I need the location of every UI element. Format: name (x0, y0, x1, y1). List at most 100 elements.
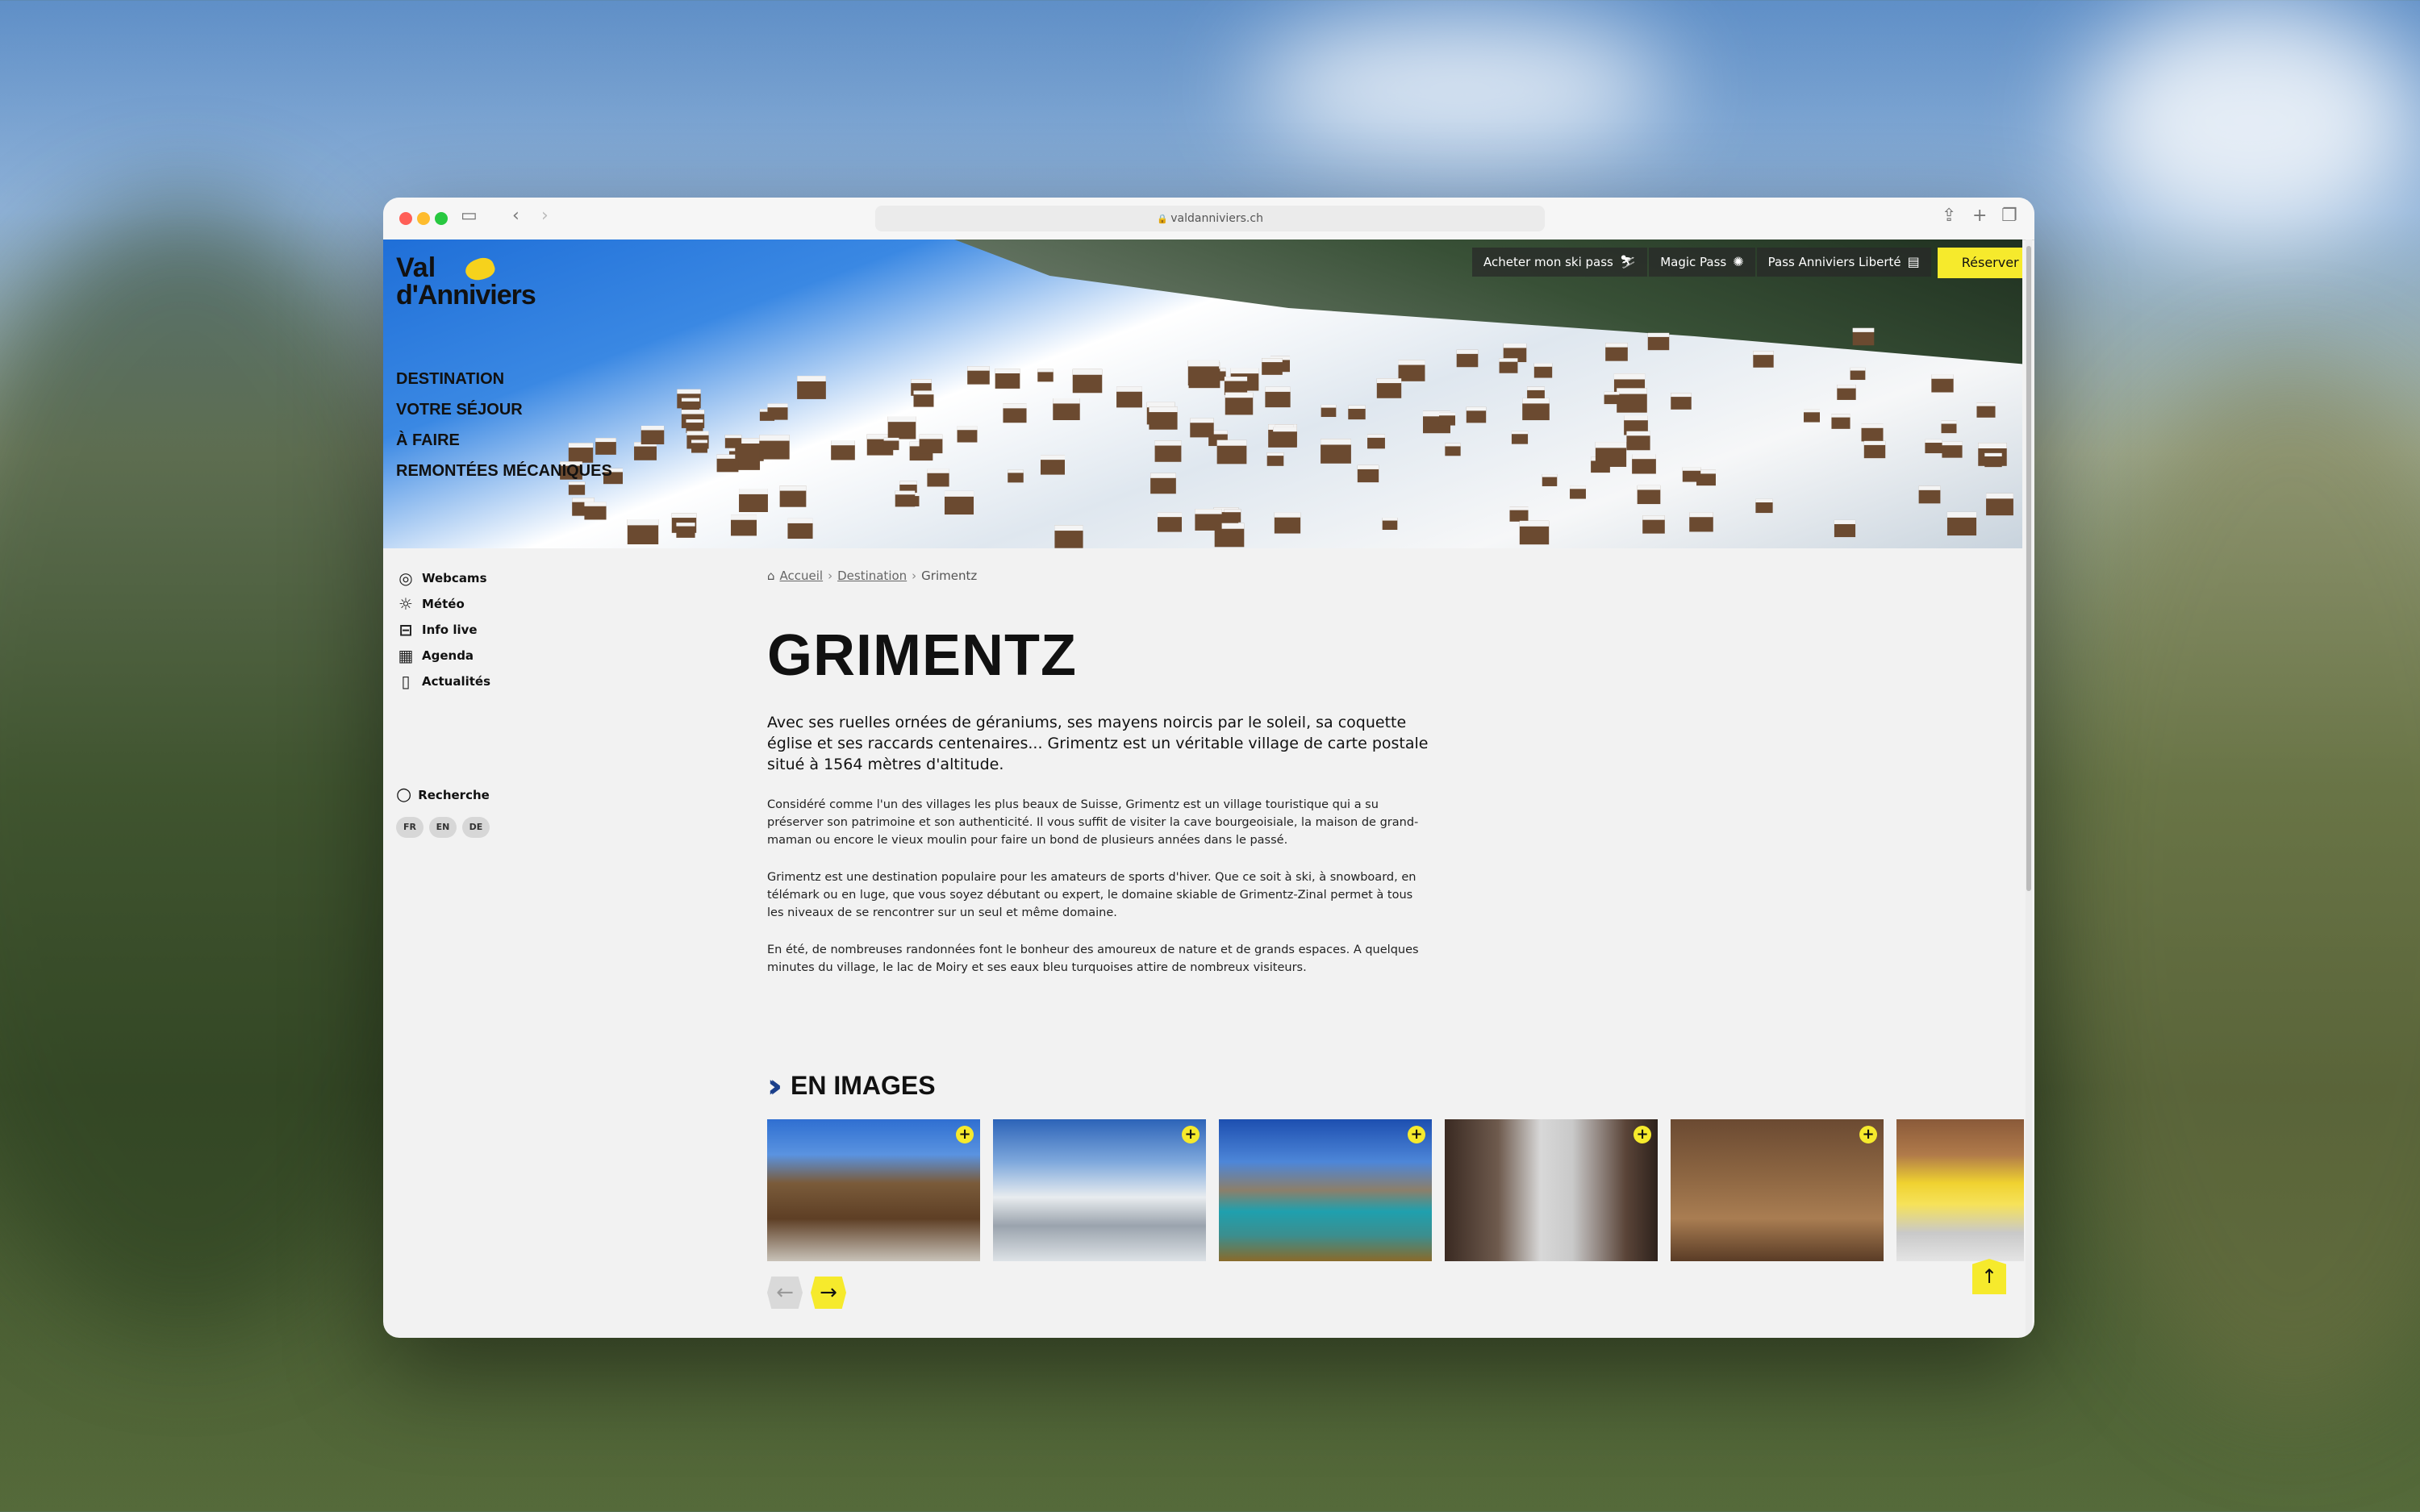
breadcrumb-home[interactable]: Accueil (780, 569, 824, 583)
chalet (883, 437, 899, 450)
side-navigation: ◎ Webcams ☼ Météo ⊟ Info live ▦ Agenda ▯… (396, 565, 490, 694)
expand-icon[interactable]: + (1182, 1126, 1200, 1143)
chalet (1041, 455, 1066, 475)
chalet (1984, 452, 2002, 467)
gallery-image-street[interactable]: + (1445, 1119, 1658, 1261)
sparkle-icon: ✺ (1733, 254, 1744, 269)
search-button[interactable]: ○ Recherche (396, 785, 490, 805)
gallery-prev-button[interactable]: ← (767, 1277, 803, 1309)
image-gallery: + + + + + (767, 1119, 2034, 1261)
body-paragraph: En été, de nombreuses randonnées font le… (767, 943, 1419, 974)
close-window-button[interactable] (399, 212, 412, 225)
address-bar[interactable]: 🔒 valdanniviers.ch (875, 206, 1545, 231)
chalet (1439, 411, 1456, 426)
side-nav-info-live[interactable]: ⊟ Info live (396, 617, 490, 643)
chalet (1265, 386, 1291, 408)
side-nav-webcams[interactable]: ◎ Webcams (396, 565, 490, 591)
expand-icon[interactable]: + (1408, 1126, 1425, 1143)
chalet (731, 514, 757, 536)
lang-en[interactable]: EN (429, 817, 457, 838)
tabs-overview-icon[interactable]: ❐ (2001, 206, 2017, 226)
chalet (1224, 509, 1241, 523)
chalet (1755, 499, 1773, 514)
main-nav-a-faire[interactable]: À faire (396, 425, 612, 456)
browser-toolbar: ▭ ‹ › 🔒 valdanniviers.ch ⇪ + ❐ (383, 198, 2034, 240)
calendar-icon: ▦ (398, 646, 414, 665)
expand-icon[interactable]: + (956, 1126, 974, 1143)
minimize-window-button[interactable] (417, 212, 430, 225)
chalet (967, 366, 990, 385)
chalet (1225, 392, 1253, 414)
pass-anniviers-link[interactable]: Pass Anniviers Liberté ▤ (1756, 248, 1931, 277)
side-nav-agenda[interactable]: ▦ Agenda (396, 643, 490, 669)
gallery-next-button[interactable]: → (811, 1277, 846, 1309)
main-navigation: Destination Votre séjour À faire Remonté… (396, 364, 612, 486)
zoom-window-button[interactable] (435, 212, 448, 225)
chalet (995, 368, 1020, 389)
chalet (1569, 485, 1586, 499)
chalet (1605, 343, 1628, 361)
chalet (1853, 328, 1875, 346)
sidebar-toggle-icon[interactable]: ▭ (461, 206, 478, 226)
scrollbar-thumb[interactable] (2026, 246, 2031, 891)
chalet (1274, 512, 1301, 534)
lang-de[interactable]: DE (462, 817, 490, 838)
magic-pass-link[interactable]: Magic Pass ✺ (1649, 248, 1755, 277)
back-to-top-button[interactable]: ↑ (1972, 1259, 2006, 1294)
back-icon[interactable]: ‹ (512, 206, 519, 226)
chalet (1187, 360, 1219, 386)
chalet (1512, 431, 1529, 444)
chalet (634, 442, 657, 460)
chalet (1942, 441, 1963, 458)
gallery-image-interior[interactable]: + (1671, 1119, 1884, 1261)
forward-icon[interactable]: › (541, 206, 549, 226)
gallery-image-lake[interactable]: + (1219, 1119, 1432, 1261)
ski-pass-link[interactable]: Acheter mon ski pass ⛷ (1472, 248, 1648, 277)
main-nav-remontees[interactable]: Remontées mécaniques (396, 456, 612, 486)
side-nav-meteo[interactable]: ☼ Météo (396, 591, 490, 617)
chalet (1149, 406, 1178, 430)
chalet (691, 439, 707, 453)
chalet (1626, 431, 1650, 451)
search-icon: ○ (396, 785, 412, 805)
chalet (1116, 386, 1143, 408)
background-cloud (2081, 0, 2420, 242)
chalet (1398, 360, 1425, 382)
webcam-icon: ◎ (398, 569, 413, 588)
new-tab-icon[interactable]: + (1972, 206, 1987, 226)
chalet (1931, 374, 1954, 393)
chalet (1850, 367, 1866, 380)
chalet (1272, 427, 1297, 447)
lang-fr[interactable]: FR (396, 817, 424, 838)
site-logo[interactable]: Val d'Anniviers (396, 254, 536, 309)
chalet (1642, 515, 1665, 534)
main-nav-destination[interactable]: Destination (396, 364, 612, 394)
chalet (1366, 434, 1385, 449)
reserver-button[interactable]: Réserver (1937, 248, 2022, 278)
chalet (1376, 378, 1401, 398)
main-nav-votre-sejour[interactable]: Votre séjour (396, 394, 612, 425)
chalet (1154, 439, 1182, 462)
side-nav-label: Météo (422, 597, 465, 611)
chalet (767, 403, 788, 420)
breadcrumb-destination[interactable]: Destination (837, 569, 907, 583)
body-paragraph: Considéré comme l'un des villages les pl… (767, 798, 1419, 847)
breadcrumb-separator: › (912, 569, 917, 583)
expand-icon[interactable]: + (1859, 1126, 1877, 1143)
chalet (1509, 506, 1529, 522)
side-nav-actualites[interactable]: ▯ Actualités (396, 669, 490, 694)
chalet (1321, 438, 1351, 464)
chalet (1037, 369, 1054, 382)
chalet (1976, 402, 1996, 418)
gallery-image-mountains[interactable]: + (993, 1119, 1206, 1261)
chalet (1357, 464, 1379, 483)
chalet (1861, 424, 1884, 442)
chalet (1689, 512, 1714, 532)
gallery-image-terrace[interactable] (1896, 1119, 2024, 1261)
gallery-image-village[interactable]: + (767, 1119, 980, 1261)
expand-icon[interactable]: + (1634, 1126, 1651, 1143)
search-label: Recherche (418, 787, 490, 802)
side-nav-label: Agenda (422, 648, 474, 663)
share-icon[interactable]: ⇪ (1942, 206, 1956, 226)
chalet (676, 522, 695, 538)
